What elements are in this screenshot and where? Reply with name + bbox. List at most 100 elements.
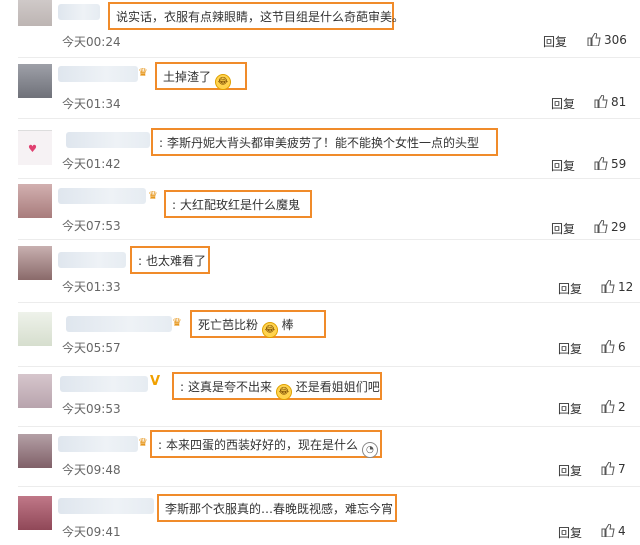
comment-text-box: : 也太难看了 bbox=[130, 246, 210, 274]
comment-text-box: : 大红配玫红是什么魔鬼 bbox=[164, 190, 312, 218]
comment-text: 土掉渣了 bbox=[163, 70, 212, 84]
avatar[interactable] bbox=[18, 496, 52, 530]
username-blurred[interactable] bbox=[58, 498, 154, 514]
avatar[interactable] bbox=[18, 434, 52, 468]
username-blurred[interactable] bbox=[60, 376, 148, 392]
laugh-cry-emoji-icon: 😂 bbox=[275, 384, 292, 400]
like-count: 4 bbox=[618, 524, 626, 538]
reply-button[interactable]: 回复 bbox=[551, 95, 575, 112]
avatar[interactable] bbox=[18, 0, 52, 26]
reply-button[interactable]: 回复 bbox=[558, 524, 582, 541]
avatar[interactable] bbox=[18, 246, 52, 280]
timestamp: 今天01:34 bbox=[62, 97, 121, 111]
thumb-up-icon bbox=[594, 157, 608, 170]
thumb-up-icon bbox=[601, 400, 615, 413]
confused-emoji-icon: ◔ bbox=[361, 442, 378, 458]
username-blurred[interactable] bbox=[66, 316, 172, 332]
avatar[interactable] bbox=[18, 374, 52, 408]
crown-icon: ♛ bbox=[138, 436, 148, 449]
laugh-cry-emoji-icon: 😂 bbox=[261, 322, 278, 338]
like-count: 12 bbox=[618, 280, 634, 294]
comment-row: 说实话，衣服有点辣眼睛，这节目组是什么奇葩审美。 今天00:24 回复 306 bbox=[0, 0, 640, 60]
comment-text: 李斯那个衣服真的…春晚既视感，难忘今宵 bbox=[165, 502, 394, 516]
username-blurred[interactable] bbox=[58, 436, 138, 452]
reply-button[interactable]: 回复 bbox=[558, 462, 582, 479]
like-count: 59 bbox=[611, 157, 627, 171]
like-button[interactable]: 6 bbox=[601, 340, 626, 354]
comment-row: : 也太难看了 今天01:33 回复 12 bbox=[0, 240, 640, 302]
crown-icon: ♛ bbox=[148, 189, 158, 202]
comment-text-box: 说实话，衣服有点辣眼睛，这节目组是什么奇葩审美。 bbox=[108, 2, 404, 30]
comment-text: 说实话，衣服有点辣眼睛，这节目组是什么奇葩审美。 bbox=[116, 10, 405, 24]
divider bbox=[18, 302, 640, 303]
thumb-up-icon bbox=[601, 462, 615, 475]
username-blurred[interactable] bbox=[58, 4, 100, 20]
like-button[interactable]: 29 bbox=[594, 220, 626, 234]
divider bbox=[18, 486, 640, 487]
like-count: 81 bbox=[611, 95, 627, 109]
username-blurred[interactable] bbox=[58, 252, 126, 268]
like-count: 306 bbox=[604, 33, 627, 47]
like-button[interactable]: 7 bbox=[601, 462, 626, 476]
thumb-up-icon bbox=[601, 524, 615, 537]
timestamp: 今天09:48 bbox=[62, 463, 121, 477]
comment-text-box: 死亡芭比粉 😂 棒 bbox=[190, 310, 326, 338]
comment-row: 李斯那个衣服真的…春晚既视感，难忘今宵 今天09:41 回复 4 bbox=[0, 488, 640, 545]
comment-row: ♛ 死亡芭比粉 😂 棒 今天05:57 回复 6 bbox=[0, 304, 640, 366]
reply-button[interactable]: 回复 bbox=[543, 33, 567, 50]
reply-button[interactable]: 回复 bbox=[551, 157, 575, 174]
comment-text-box: : 李斯丹妮大背头都审美疲劳了！能不能换个女性一点的头型 bbox=[151, 128, 498, 156]
thumb-up-icon bbox=[601, 280, 615, 293]
avatar[interactable] bbox=[18, 184, 52, 218]
timestamp: 今天01:42 bbox=[62, 157, 121, 171]
divider bbox=[18, 178, 640, 179]
like-button[interactable]: 12 bbox=[601, 280, 633, 294]
reply-button[interactable]: 回复 bbox=[558, 400, 582, 417]
thumb-up-icon bbox=[601, 340, 615, 353]
like-button[interactable]: 59 bbox=[594, 157, 626, 171]
username-blurred[interactable] bbox=[66, 132, 150, 148]
like-count: 2 bbox=[618, 400, 626, 414]
comment-text: 死亡芭比粉 bbox=[198, 318, 259, 332]
comment-text: 李斯丹妮大背头都审美疲劳了！能不能换个女性一点的头型 bbox=[167, 136, 480, 150]
reply-button[interactable]: 回复 bbox=[558, 280, 582, 297]
timestamp: 今天05:57 bbox=[62, 341, 121, 355]
like-button[interactable]: 306 bbox=[587, 33, 627, 47]
thumb-up-icon bbox=[587, 33, 601, 46]
laugh-cry-emoji-icon: 😂 bbox=[214, 74, 231, 90]
like-count: 29 bbox=[611, 220, 627, 234]
divider bbox=[18, 426, 640, 427]
divider bbox=[18, 118, 640, 119]
username-blurred[interactable] bbox=[58, 188, 146, 204]
comment-row: ♛ 土掉渣了 😂 今天01:34 回复 81 bbox=[0, 60, 640, 120]
crown-icon: ♛ bbox=[138, 66, 148, 79]
verified-v-icon: V bbox=[150, 374, 161, 389]
comment-row: ♛ : 本来四蛋的西装好好的，现在是什么 ◔ 今天09:48 回复 7 bbox=[0, 428, 640, 488]
like-button[interactable]: 81 bbox=[594, 95, 626, 109]
timestamp: 今天09:41 bbox=[62, 525, 121, 539]
timestamp: 今天07:53 bbox=[62, 219, 121, 233]
divider bbox=[18, 57, 640, 58]
avatar[interactable] bbox=[18, 64, 52, 98]
heart-icon: ♥ bbox=[28, 144, 37, 155]
comment-text-box: : 本来四蛋的西装好好的，现在是什么 ◔ bbox=[150, 430, 382, 458]
timestamp: 今天01:33 bbox=[62, 280, 121, 294]
comment-row: ♥ : 李斯丹妮大背头都审美疲劳了！能不能换个女性一点的头型 今天01:42 回复… bbox=[0, 120, 640, 180]
comment-row: ♛ : 大红配玫红是什么魔鬼 今天07:53 回复 29 bbox=[0, 180, 640, 240]
username-blurred[interactable] bbox=[58, 66, 138, 82]
comment-text: 本来四蛋的西装好好的，现在是什么 bbox=[166, 438, 359, 452]
comment-text: 这真是夸不出来 bbox=[188, 380, 273, 394]
like-button[interactable]: 2 bbox=[601, 400, 626, 414]
reply-button[interactable]: 回复 bbox=[551, 220, 575, 237]
like-count: 6 bbox=[618, 340, 626, 354]
reply-button[interactable]: 回复 bbox=[558, 340, 582, 357]
comment-suffix: 还是看姐姐们吧 bbox=[295, 380, 380, 394]
like-button[interactable]: 4 bbox=[601, 524, 626, 538]
timestamp: 今天00:24 bbox=[62, 35, 121, 49]
comment-text-box: : 这真是夸不出来 😂 还是看姐姐们吧 bbox=[172, 372, 382, 400]
like-count: 7 bbox=[618, 462, 626, 476]
comment-text: 也太难看了 bbox=[146, 254, 207, 268]
avatar[interactable] bbox=[18, 312, 52, 346]
comment-row: V : 这真是夸不出来 😂 还是看姐姐们吧 今天09:53 回复 2 bbox=[0, 368, 640, 428]
timestamp: 今天09:53 bbox=[62, 402, 121, 416]
